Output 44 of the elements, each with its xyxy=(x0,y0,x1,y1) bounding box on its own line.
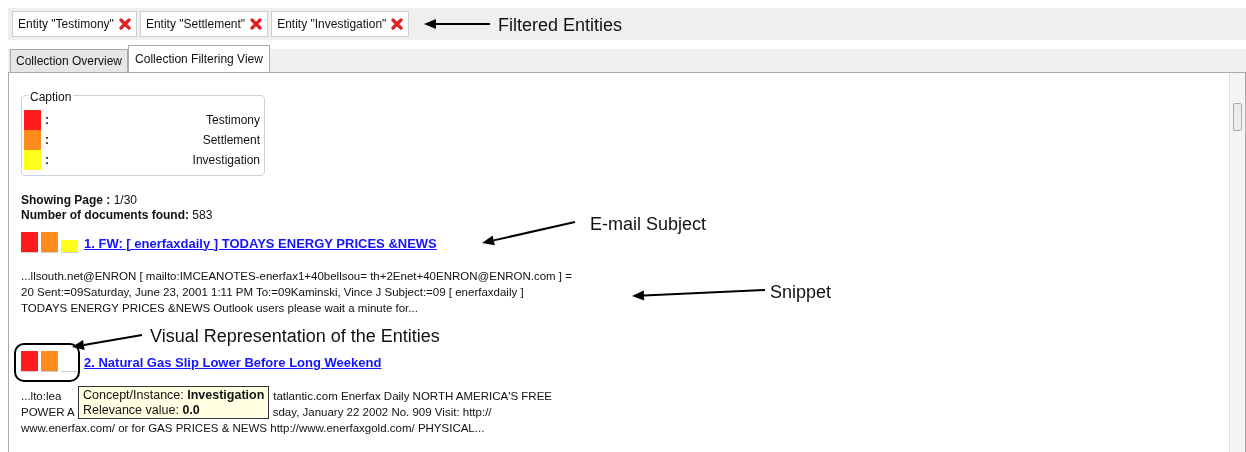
separator: : xyxy=(45,112,50,129)
annotation-arrow xyxy=(72,334,143,350)
separator: : xyxy=(45,152,50,169)
annotation-arrow xyxy=(424,19,491,29)
remove-icon[interactable] xyxy=(391,18,404,30)
email-subject-link[interactable]: 1. FW: [ enerfaxdaily ] TODAYS ENERGY PRICES &NEWS xyxy=(84,233,437,253)
highlight-outline xyxy=(14,343,80,382)
entity-indicator[interactable] xyxy=(41,233,58,253)
chip-label: Entity "Testimony" xyxy=(18,16,114,33)
scrollbar-thumb[interactable] xyxy=(1233,103,1242,131)
annotation-label: Filtered Entities xyxy=(498,14,623,37)
snippet-text: sday, January 22 2002 No. 909 Visit: http:// xyxy=(272,405,492,420)
filter-chip[interactable]: Entity "Investigation" xyxy=(271,11,410,37)
entity-indicator[interactable] xyxy=(21,352,38,372)
tooltip-text: Relevance value: 0.0 xyxy=(83,402,201,417)
snippet-text: tatlantic.com Enerfax Daily NORTH AMERICA'S FREE xyxy=(273,389,552,404)
tooltip-text: Concept/Instance: Investigation xyxy=(83,388,265,403)
snippet-text: POWER A xyxy=(21,405,75,420)
tab[interactable]: Collection Filtering View xyxy=(128,45,270,73)
tab[interactable]: Collection Overview xyxy=(10,49,129,72)
snippet-text: ...lto:lea xyxy=(21,389,62,404)
separator: : xyxy=(45,132,50,149)
document-count: Number of documents found: 583 xyxy=(21,208,213,223)
remove-icon[interactable] xyxy=(250,18,263,30)
remove-icon[interactable] xyxy=(118,18,131,30)
caption-label: Investigation xyxy=(192,152,260,169)
annotation-label: Visual Representation of the Entities xyxy=(150,325,440,348)
scrollbar[interactable] xyxy=(1229,73,1245,452)
email-subject-link[interactable]: 2. Natural Gas Slip Lower Before Long Weekend xyxy=(84,352,382,372)
snippet-text: TODAYS ENERGY PRICES &NEWS Outlook users please wait a minute for... xyxy=(21,301,418,316)
snippet-text: 20 Sent:=09Saturday, June 23, 2001 1:11 PM To:=09Kaminski, Vince J Subject:=09 [ enerfaxdaily ] xyxy=(21,285,524,300)
snippet-text: ...llsouth.net@ENRON [ mailto:IMCEANOTES-enerfax1+40bellsou= th+2Enet+40ENRON@ENRON.com ] = xyxy=(21,269,572,284)
entity-indicator[interactable] xyxy=(41,352,58,372)
page-info: Showing Page : 1/30 xyxy=(21,193,138,208)
caption-label: Settlement xyxy=(202,132,260,149)
caption-label: Testimony xyxy=(205,112,260,129)
filter-chip[interactable]: Entity "Settlement" xyxy=(139,11,269,37)
chip-label: Entity "Settlement" xyxy=(145,16,246,33)
entity-indicator[interactable] xyxy=(21,233,38,253)
chip-label: Entity "Investigation" xyxy=(277,16,387,33)
annotation-label: E-mail Subject xyxy=(590,213,707,236)
filter-chip[interactable]: Entity "Testimony" xyxy=(12,11,137,37)
snippet-text: www.enerfax.com/ or for GAS PRICES & NEWS http://www.enerfaxgold.com/ PHYSICAL... xyxy=(21,421,485,436)
annotation-label: Snippet xyxy=(770,281,832,304)
